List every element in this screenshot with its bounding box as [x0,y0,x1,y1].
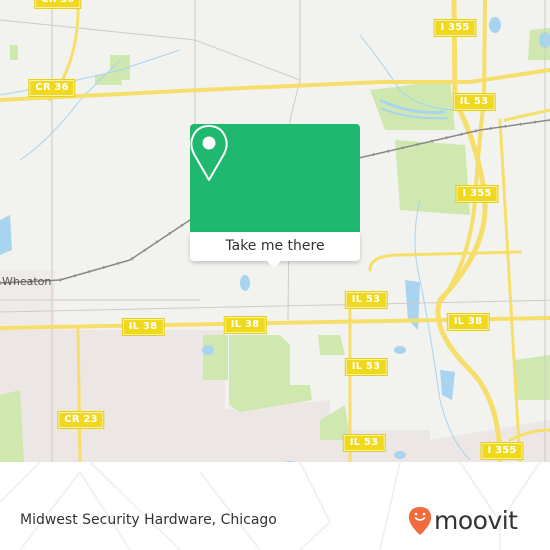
road-shield-il38: IL 38 [223,316,267,334]
brand-name: moovit [434,506,518,535]
map-pin-icon [190,125,228,181]
map-view[interactable]: CR 36 CR 36 I 355 IL 53 I 355 IL 53 IL 3… [0,0,550,462]
popup-pointer [266,260,282,268]
destination-popup: Take me there [190,124,360,268]
road-shield-cr36: CR 36 [28,79,76,97]
road-shield-i355: I 355 [455,185,499,203]
popup-header [190,124,360,232]
take-me-there-button[interactable]: Take me there [190,232,360,261]
town-label-wheaton: Wheaton [2,275,52,288]
road-shield-il53: IL 53 [342,434,386,452]
road-shield-i355: I 355 [433,19,477,37]
road-shield-il38: IL 38 [446,313,490,331]
moovit-smiley-pin-icon [408,507,432,535]
road-shield-cr36-top: CR 36 [34,0,82,9]
road-shield-il53: IL 53 [344,358,388,376]
road-shield-il53: IL 53 [344,291,388,309]
road-shield-i355: I 355 [480,442,524,460]
road-shield-il53: IL 53 [452,93,496,111]
road-shield-il38: IL 38 [121,318,165,336]
road-shield-cr23: CR 23 [57,411,105,429]
place-name: Midwest Security Hardware, Chicago [20,512,277,528]
moovit-logo[interactable]: moovit [408,503,518,539]
